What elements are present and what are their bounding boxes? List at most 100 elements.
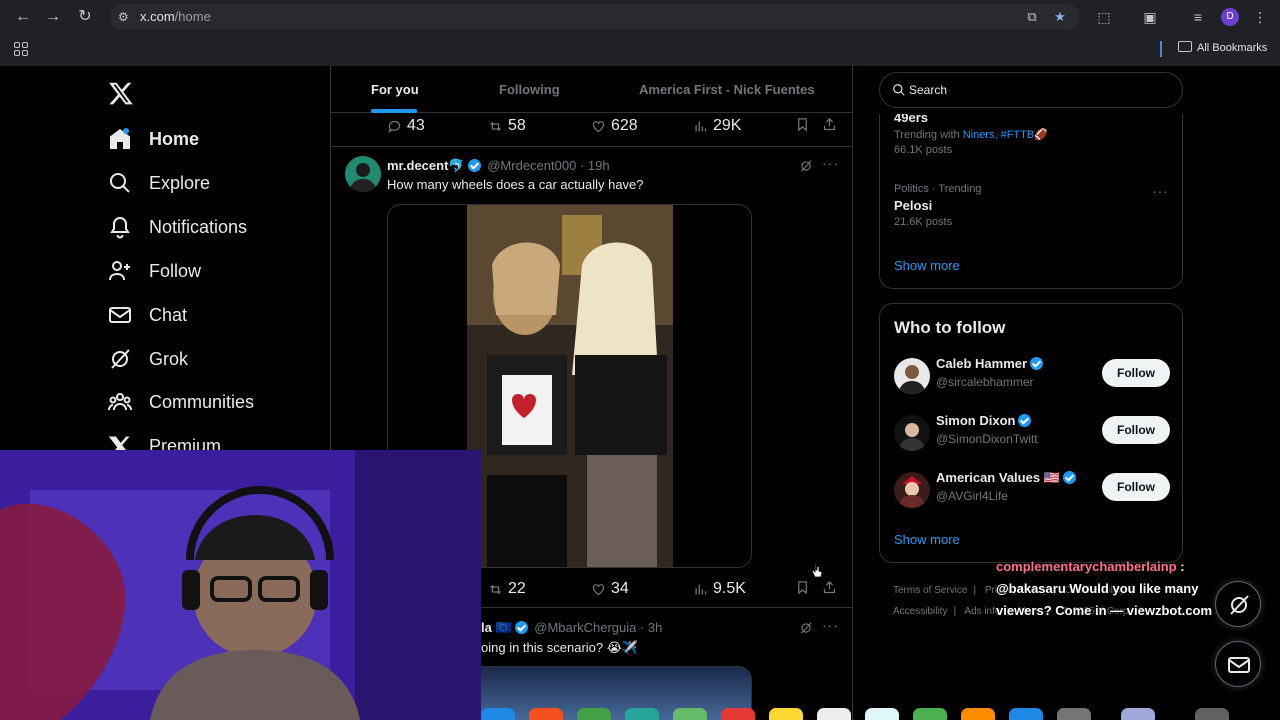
x-logo-icon[interactable] [108, 80, 134, 106]
trend-item[interactable]: 49ers Trending with Niners, #FTTB🏈 66.1K… [894, 110, 1048, 156]
sidebar-label-home: Home [149, 128, 200, 149]
extensions-icon[interactable]: ⬚ [1094, 7, 1114, 27]
dock-app-icon[interactable] [865, 708, 899, 720]
bookmark-icon[interactable] [795, 580, 810, 595]
views-button[interactable]: 29K [693, 117, 741, 135]
sidebar-item-home[interactable]: Home [108, 124, 199, 154]
suggestion-name-text: Caleb Hammer [936, 356, 1028, 371]
dock-app-icon[interactable] [721, 708, 755, 720]
more-icon[interactable]: ··· [822, 155, 839, 171]
bookmark-icon[interactable] [795, 117, 810, 132]
forward-icon[interactable]: → [42, 6, 64, 28]
like-button[interactable]: 34 [591, 580, 629, 598]
dock-app-icon[interactable] [769, 708, 803, 720]
repost-button[interactable]: 22 [488, 580, 526, 598]
reload-icon[interactable]: ↻ [74, 6, 96, 28]
trend-hashtags[interactable]: Niners, #FTTB [963, 129, 1035, 141]
all-bookmarks-link[interactable]: All Bookmarks [1197, 42, 1267, 54]
trend-item[interactable]: Politics · Trending Pelosi 21.6K posts [894, 183, 981, 228]
author-handle[interactable]: @Mrdecent000 [487, 158, 576, 173]
dock-app-icon[interactable] [1009, 708, 1043, 720]
sidebar-item-follow[interactable]: Follow [108, 256, 201, 286]
repost-count: 22 [508, 580, 526, 597]
cast-icon[interactable]: ▣ [1140, 7, 1160, 27]
reply-button[interactable]: 43 [387, 117, 425, 135]
avatar[interactable] [345, 156, 381, 192]
follow-suggestion[interactable]: Simon Dixon @SimonDixonTwitt Follow [894, 413, 1170, 453]
dock-app-icon[interactable] [1057, 708, 1091, 720]
who-to-follow-panel: Who to follow Caleb Hammer @sircalebhamm… [879, 303, 1183, 563]
follow-suggestion[interactable]: American Values 🇺🇸 @AVGirl4Life Follow [894, 470, 1170, 510]
more-icon[interactable]: ··· [1152, 183, 1169, 199]
sidebar-item-notifications[interactable]: Notifications [108, 212, 247, 242]
dock-app-icon[interactable] [625, 708, 659, 720]
footer-terms-link[interactable]: Terms of Service [893, 585, 967, 596]
trend-count: 66.1K posts [894, 144, 953, 156]
address-bar[interactable]: ⚙ x.com/home ⧉ ★ [110, 4, 1080, 30]
author-name[interactable]: la [481, 620, 492, 635]
verified-badge-icon [514, 621, 528, 634]
views-count: 9.5K [713, 580, 746, 597]
sidebar-item-communities[interactable]: Communities [108, 387, 254, 417]
more-icon[interactable]: ··· [822, 617, 839, 633]
grok-icon[interactable] [799, 159, 813, 173]
dock-app-icon[interactable] [577, 708, 611, 720]
tweet-text: oing in this scenario? 😭✈️ [481, 640, 639, 655]
trend-meta: Politics · Trending [894, 183, 982, 195]
suggestion-handle: @SimonDixonTwitt [936, 432, 1038, 446]
search-input[interactable]: Search [879, 72, 1183, 108]
install-app-icon[interactable]: ⧉ [1024, 9, 1040, 25]
dock-app-icon[interactable] [481, 708, 515, 720]
tab-for-you[interactable]: For you [371, 82, 419, 97]
repost-button[interactable]: 58 [488, 117, 526, 135]
grok-icon[interactable] [799, 621, 813, 635]
dock-app-icon[interactable] [673, 708, 707, 720]
follow-button[interactable]: Follow [1102, 359, 1170, 387]
tab-following[interactable]: Following [499, 82, 560, 97]
tweet-time[interactable]: · 19h [580, 158, 610, 173]
bookmark-star-icon[interactable]: ★ [1052, 9, 1068, 25]
avatar[interactable] [894, 472, 930, 508]
sidebar-label-grok: Grok [149, 348, 189, 369]
dock-app-icon[interactable] [1195, 708, 1229, 720]
dock-app-icon[interactable] [817, 708, 851, 720]
share-icon[interactable] [822, 580, 837, 595]
browser-menu-icon[interactable]: ⋮ [1250, 7, 1270, 27]
tab-list[interactable]: America First - Nick Fuentes [639, 82, 815, 97]
url-host: x.com [140, 9, 175, 24]
chat-colon: : [1176, 559, 1185, 574]
views-button[interactable]: 9.5K [693, 580, 746, 598]
avatar[interactable] [894, 415, 930, 451]
author-name[interactable]: mr.decent [387, 158, 448, 173]
footer-accessibility-link[interactable]: Accessibility [893, 606, 947, 617]
suggestion-name: Caleb Hammer [936, 356, 1046, 371]
follow-button[interactable]: Follow [1102, 416, 1170, 444]
dock-app-icon[interactable] [1121, 708, 1155, 720]
follow-button[interactable]: Follow [1102, 473, 1170, 501]
dock-app-icon[interactable] [961, 708, 995, 720]
sidebar-item-grok[interactable]: Grok [108, 344, 188, 374]
follow-suggestion[interactable]: Caleb Hammer @sircalebhammer Follow [894, 356, 1170, 396]
reply-count: 43 [407, 117, 425, 134]
author-handle[interactable]: @MbarkCherguia [534, 620, 636, 635]
show-more-trends-link[interactable]: Show more [894, 258, 960, 273]
avatar[interactable] [894, 358, 930, 394]
dock-app-icon[interactable] [913, 708, 947, 720]
share-icon[interactable] [822, 117, 837, 132]
profile-avatar[interactable]: D [1221, 8, 1239, 26]
apps-grid-icon[interactable] [14, 42, 28, 56]
tweet-time[interactable]: · 3h [640, 620, 662, 635]
mail-icon [108, 303, 132, 327]
sidebar-label-follow: Follow [149, 260, 202, 281]
show-more-follow-link[interactable]: Show more [894, 532, 960, 547]
site-info-icon[interactable]: ⚙ [118, 10, 132, 24]
verified-badge-icon [1062, 471, 1076, 484]
repost-icon [490, 121, 501, 131]
reading-list-icon[interactable]: ≡ [1188, 7, 1208, 27]
messages-float-button[interactable] [1215, 641, 1261, 687]
back-icon[interactable]: ← [12, 6, 34, 28]
sidebar-item-explore[interactable]: Explore [108, 168, 210, 198]
like-button[interactable]: 628 [591, 117, 638, 135]
dock-app-icon[interactable] [529, 708, 563, 720]
sidebar-item-chat[interactable]: Chat [108, 300, 187, 330]
